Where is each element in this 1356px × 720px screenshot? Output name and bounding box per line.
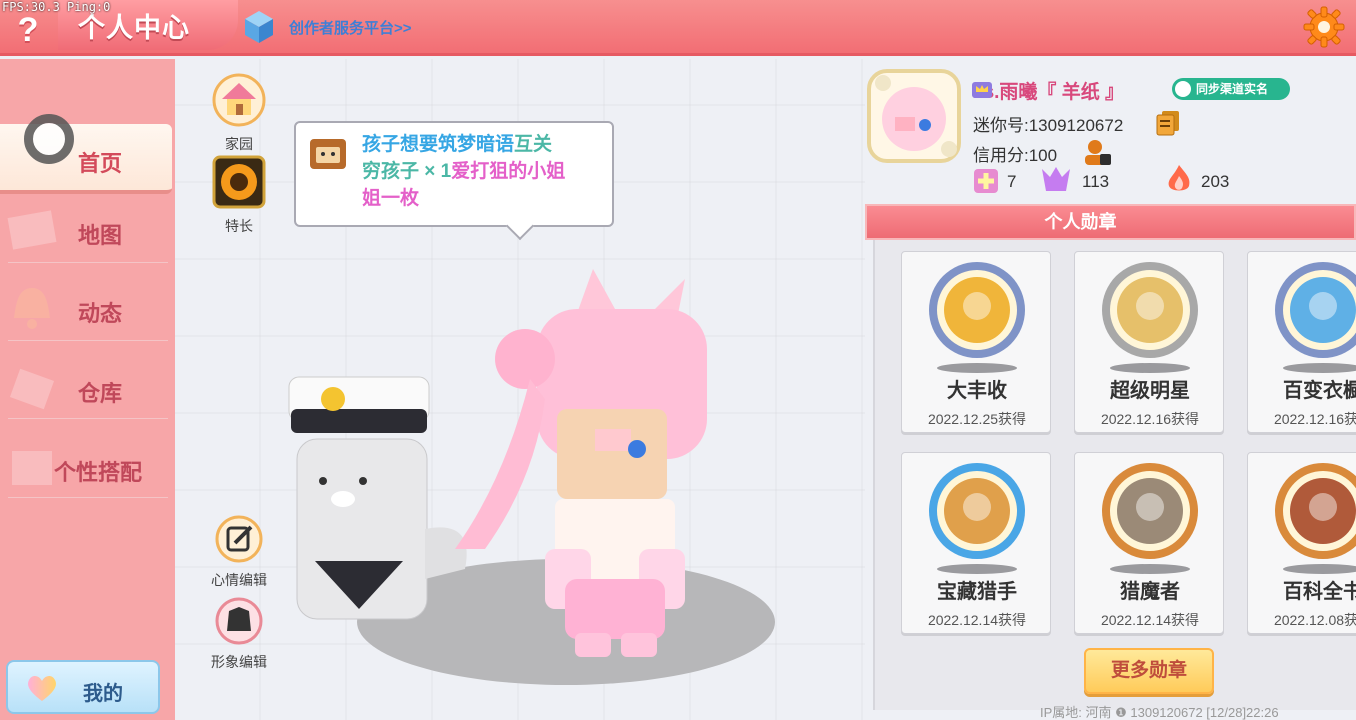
divider bbox=[8, 497, 168, 498]
character-avatar[interactable] bbox=[275, 249, 795, 669]
mine-button[interactable]: 我的 bbox=[6, 660, 160, 714]
medal-icon bbox=[929, 262, 1025, 373]
sidebar-item-label: 首页 bbox=[78, 151, 123, 176]
medal-name: 猎魔者 bbox=[1120, 581, 1180, 603]
medal-card[interactable]: 猎魔者 2022.12.14获得 bbox=[1074, 452, 1224, 634]
medal-icon bbox=[1275, 262, 1356, 373]
skill-icon bbox=[212, 155, 266, 209]
mood-edit-button[interactable]: 心情编辑 bbox=[208, 515, 270, 590]
ip-location-info: IP属地: 河南 ❶ 1309120672 [12/28]22:26 bbox=[1040, 705, 1279, 720]
medal-card[interactable]: 百科全书 2022.12.08获得 bbox=[1247, 452, 1356, 634]
sidebar-item-warehouse[interactable]: 仓库 bbox=[0, 354, 170, 424]
edit-icon bbox=[215, 515, 263, 563]
mood-text-part: 姐一枚 bbox=[362, 188, 420, 209]
home-garden-label: 家园 bbox=[225, 136, 253, 152]
medal-icon bbox=[1275, 463, 1356, 574]
home-indicator-icon bbox=[24, 114, 74, 164]
medal-section-header: 个人勋章 bbox=[865, 204, 1356, 240]
medal-name: 百变衣橱 bbox=[1283, 380, 1356, 402]
mood-edit-label: 心情编辑 bbox=[211, 572, 267, 588]
medal-card[interactable]: 百变衣橱 2022.12.16获得 bbox=[1247, 251, 1356, 433]
player-name: ks.雨曦『 羊纸 』 bbox=[973, 82, 1124, 103]
heart-icon bbox=[28, 675, 56, 701]
mood-text: 孩子想要筑梦暗语互关 穷孩子 × 1爱打狙的小姐 姐一枚 bbox=[362, 131, 602, 212]
house-icon bbox=[212, 73, 266, 127]
girl-character bbox=[455, 269, 707, 657]
sidebar-item-map[interactable]: 地图 bbox=[0, 196, 170, 266]
mood-text-part: 爱打狙的小姐 bbox=[451, 161, 566, 182]
sidebar-item-label: 动态 bbox=[78, 301, 123, 326]
appearance-edit-button[interactable]: 形象编辑 bbox=[208, 597, 270, 672]
more-medals-button[interactable]: 更多勋章 bbox=[1084, 648, 1214, 694]
medal-date: 2022.12.25获得 bbox=[927, 411, 1027, 427]
divider bbox=[8, 418, 168, 419]
medal-name: 百科全书 bbox=[1283, 581, 1356, 603]
medal-name: 大丰收 bbox=[947, 380, 1007, 402]
mood-speech-bubble: 孩子想要筑梦暗语互关 穷孩子 × 1爱打狙的小姐 姐一枚 bbox=[294, 121, 614, 227]
box-icon bbox=[9, 368, 55, 410]
medal-date: 2022.12.08获得 bbox=[1273, 612, 1356, 628]
mood-text-part: 互关 bbox=[514, 134, 553, 155]
sidebar-item-feed[interactable]: 动态 bbox=[0, 274, 170, 344]
credit-icon[interactable] bbox=[1082, 138, 1112, 166]
stat-value: 203 bbox=[1201, 172, 1230, 191]
medal-icon bbox=[1102, 262, 1198, 373]
home-garden-button[interactable]: 家园 bbox=[208, 73, 270, 154]
plus-badge-icon bbox=[974, 169, 998, 193]
divider bbox=[8, 262, 168, 263]
appearance-edit-label: 形象编辑 bbox=[211, 654, 267, 670]
credit-score: 信用分:100 bbox=[973, 146, 1058, 165]
character-stage: 家园 特长 孩子想要筑梦暗语互关 穷孩子 × 1爱打狙的小姐 姐一枚 心情编辑 … bbox=[175, 59, 865, 720]
medal-icon bbox=[1102, 463, 1198, 574]
sync-badge-label: 同步渠道实名 bbox=[1196, 82, 1269, 96]
medal-date: 2022.12.16获得 bbox=[1100, 411, 1200, 427]
medal-card[interactable]: 宝藏猎手 2022.12.14获得 bbox=[901, 452, 1051, 634]
user-check-icon bbox=[1175, 81, 1191, 97]
sidebar-item-label: 个性搭配 bbox=[54, 460, 143, 485]
skill-label: 特长 bbox=[225, 218, 253, 234]
sidebar-item-outfit[interactable]: 个性搭配 bbox=[0, 433, 170, 503]
skill-button[interactable]: 特长 bbox=[208, 155, 270, 236]
avatar[interactable] bbox=[865, 67, 963, 165]
seal-pet bbox=[288, 376, 467, 620]
medal-card[interactable]: 超级明星 2022.12.16获得 bbox=[1074, 251, 1224, 433]
cube-icon[interactable] bbox=[244, 10, 274, 44]
medal-card[interactable]: 大丰收 2022.12.25获得 bbox=[901, 251, 1051, 433]
divider bbox=[8, 340, 168, 341]
creator-platform-link[interactable]: 创作者服务平台>> bbox=[289, 17, 412, 38]
mood-text-part: 穷孩子 × 1 bbox=[362, 161, 452, 182]
sidebar-item-label: 地图 bbox=[78, 223, 123, 248]
help-button[interactable]: ? bbox=[12, 10, 44, 50]
gear-icon[interactable] bbox=[1302, 5, 1346, 49]
outfit-icon bbox=[12, 451, 52, 485]
fps-readout: FPS:30.3 Ping:0 bbox=[2, 0, 111, 14]
medal-date: 2022.12.16获得 bbox=[1273, 411, 1356, 427]
medal-name: 超级明星 bbox=[1110, 380, 1190, 402]
mood-text-part: 孩子想要筑梦暗语 bbox=[362, 134, 515, 155]
medal-date: 2022.12.14获得 bbox=[927, 612, 1027, 628]
vip-crown-icon bbox=[972, 82, 992, 98]
bell-icon bbox=[14, 288, 50, 329]
mini-id: 迷你号:1309120672 bbox=[973, 116, 1124, 135]
bubble-avatar-icon bbox=[310, 139, 346, 169]
copy-icon[interactable] bbox=[1156, 110, 1180, 136]
medal-name: 宝藏猎手 bbox=[937, 581, 1017, 603]
popularity-icon bbox=[1042, 167, 1070, 191]
stat-value: 7 bbox=[1007, 172, 1017, 191]
flame-icon bbox=[1168, 165, 1190, 191]
outfit-edit-icon bbox=[215, 597, 263, 645]
sync-realname-badge[interactable]: 同步渠道实名 bbox=[1172, 78, 1290, 100]
top-bar: ? 个人中心 创作者服务平台>> bbox=[0, 0, 1356, 56]
mine-label: 我的 bbox=[83, 683, 123, 705]
medal-date: 2022.12.14获得 bbox=[1100, 612, 1200, 628]
stat-value: 113 bbox=[1082, 172, 1110, 191]
map-icon bbox=[7, 210, 57, 250]
sidebar-item-label: 仓库 bbox=[78, 381, 123, 406]
medal-icon bbox=[929, 463, 1025, 574]
